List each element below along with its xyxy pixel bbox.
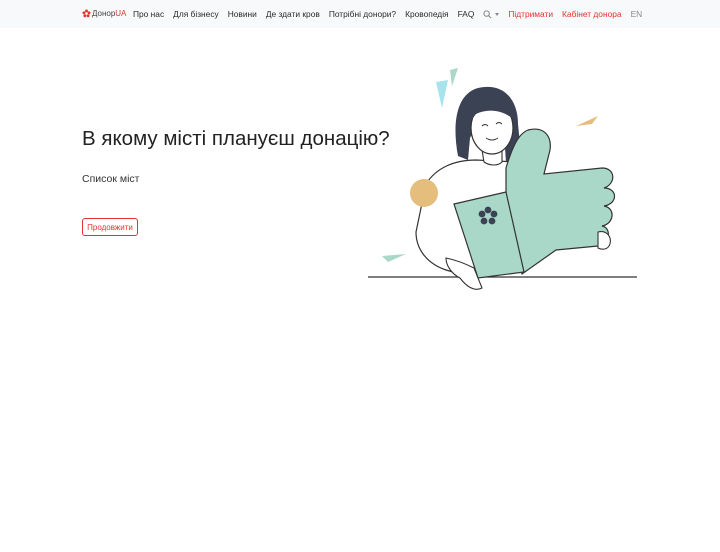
nav-link-about[interactable]: Про нас (133, 9, 164, 19)
chevron-down-icon (495, 12, 500, 16)
logo-text: Донор (92, 9, 116, 18)
decor-shard-yellow (576, 116, 598, 126)
nav-link-bloodpedia[interactable]: Кровопедія (405, 9, 449, 19)
donor-cabinet-link[interactable]: Кабінет донора (562, 9, 622, 19)
language-switch[interactable]: EN (631, 9, 643, 19)
nav-link-news[interactable]: Новини (228, 9, 257, 19)
decor-shard-green-bottom (382, 254, 406, 262)
thumb-hand (505, 128, 616, 276)
logo[interactable]: Донор UA (82, 9, 126, 18)
page-title: В якому місті плануєш донацію? (82, 127, 390, 150)
flower-icon (82, 9, 91, 18)
support-link[interactable]: Підтримати (508, 9, 553, 19)
search-icon (483, 9, 492, 18)
nav-link-business[interactable]: Для бізнесу (173, 9, 219, 19)
logo-text-ua: UA (115, 9, 127, 18)
main-nav: Про нас Для бізнесу Новини Де здати кров… (133, 0, 651, 28)
nav-link-faq[interactable]: FAQ (458, 9, 475, 19)
decor-shard-blue (436, 80, 448, 108)
city-select[interactable]: Список міст (82, 173, 139, 185)
top-navbar: Донор UA Про нас Для бізнесу Новини Де зд… (0, 0, 720, 28)
search-toggle[interactable] (483, 9, 500, 19)
thumbs-up-illustration (368, 68, 637, 290)
nav-link-donors-needed[interactable]: Потрібні донори? (329, 9, 396, 19)
decor-circle-yellow (410, 179, 438, 207)
nav-link-where-donate[interactable]: Де здати кров (266, 9, 320, 19)
continue-button[interactable]: Продовжити (82, 218, 138, 236)
decor-shard-green-top (450, 68, 458, 86)
